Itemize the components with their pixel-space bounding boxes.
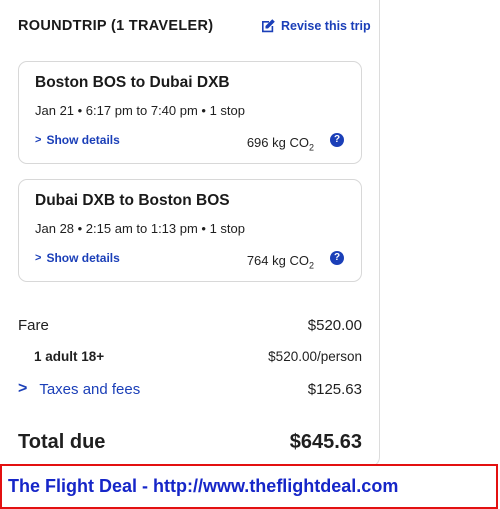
flight-route: Boston BOS to Dubai DXB	[35, 74, 230, 91]
taxes-value: $125.63	[307, 380, 362, 398]
adult-fare-row: 1 adult 18+ $520.00/person	[18, 349, 362, 364]
revise-trip-label: Revise this trip	[281, 19, 371, 33]
show-details-link[interactable]: > Show details	[35, 133, 120, 147]
flight-times: Jan 28 • 2:15 am to 1:13 pm • 1 stop	[35, 221, 246, 236]
chevron-right-icon: >	[35, 252, 42, 264]
help-icon[interactable]: ?	[330, 133, 344, 147]
show-details-link[interactable]: > Show details	[35, 251, 120, 265]
taxes-toggle[interactable]: > Taxes and fees	[18, 380, 140, 398]
co2-emissions: 696 kg CO2	[246, 135, 314, 153]
fare-row: Fare $520.00	[18, 317, 362, 334]
total-label: Total due	[18, 431, 106, 453]
fare-label: Fare	[18, 317, 49, 334]
flight-card-return: Dubai DXB to Boston BOS Jan 28 • 2:15 am…	[18, 179, 362, 282]
flight-route: Dubai DXB to Boston BOS	[35, 192, 230, 209]
adult-fare-label: 1 adult 18+	[34, 349, 105, 364]
show-details-label: Show details	[46, 133, 120, 147]
trip-summary-panel: ROUNDTRIP (1 TRAVELER) Revise this trip …	[0, 0, 380, 467]
adult-fare-value: $520.00/person	[268, 349, 362, 364]
watermark-banner: The Flight Deal - http://www.theflightde…	[0, 464, 498, 509]
banner-text: The Flight Deal - http://www.theflightde…	[8, 476, 399, 496]
chevron-right-icon: >	[35, 134, 42, 146]
total-row: Total due $645.63	[18, 431, 362, 454]
flight-card-outbound: Boston BOS to Dubai DXB Jan 21 • 6:17 pm…	[18, 61, 362, 164]
chevron-right-icon: >	[18, 380, 28, 397]
show-details-label: Show details	[46, 251, 120, 265]
taxes-row: > Taxes and fees $125.63	[18, 380, 362, 398]
trip-type-heading: ROUNDTRIP (1 TRAVELER)	[18, 18, 214, 34]
co2-emissions: 764 kg CO2	[246, 253, 314, 271]
revise-trip-link[interactable]: Revise this trip	[260, 18, 371, 34]
flight-times: Jan 21 • 6:17 pm to 7:40 pm • 1 stop	[35, 103, 246, 118]
taxes-label: Taxes and fees	[39, 380, 141, 398]
help-icon[interactable]: ?	[330, 251, 344, 265]
edit-icon	[262, 19, 275, 33]
fare-value: $520.00	[307, 317, 362, 334]
total-value: $645.63	[289, 431, 362, 453]
